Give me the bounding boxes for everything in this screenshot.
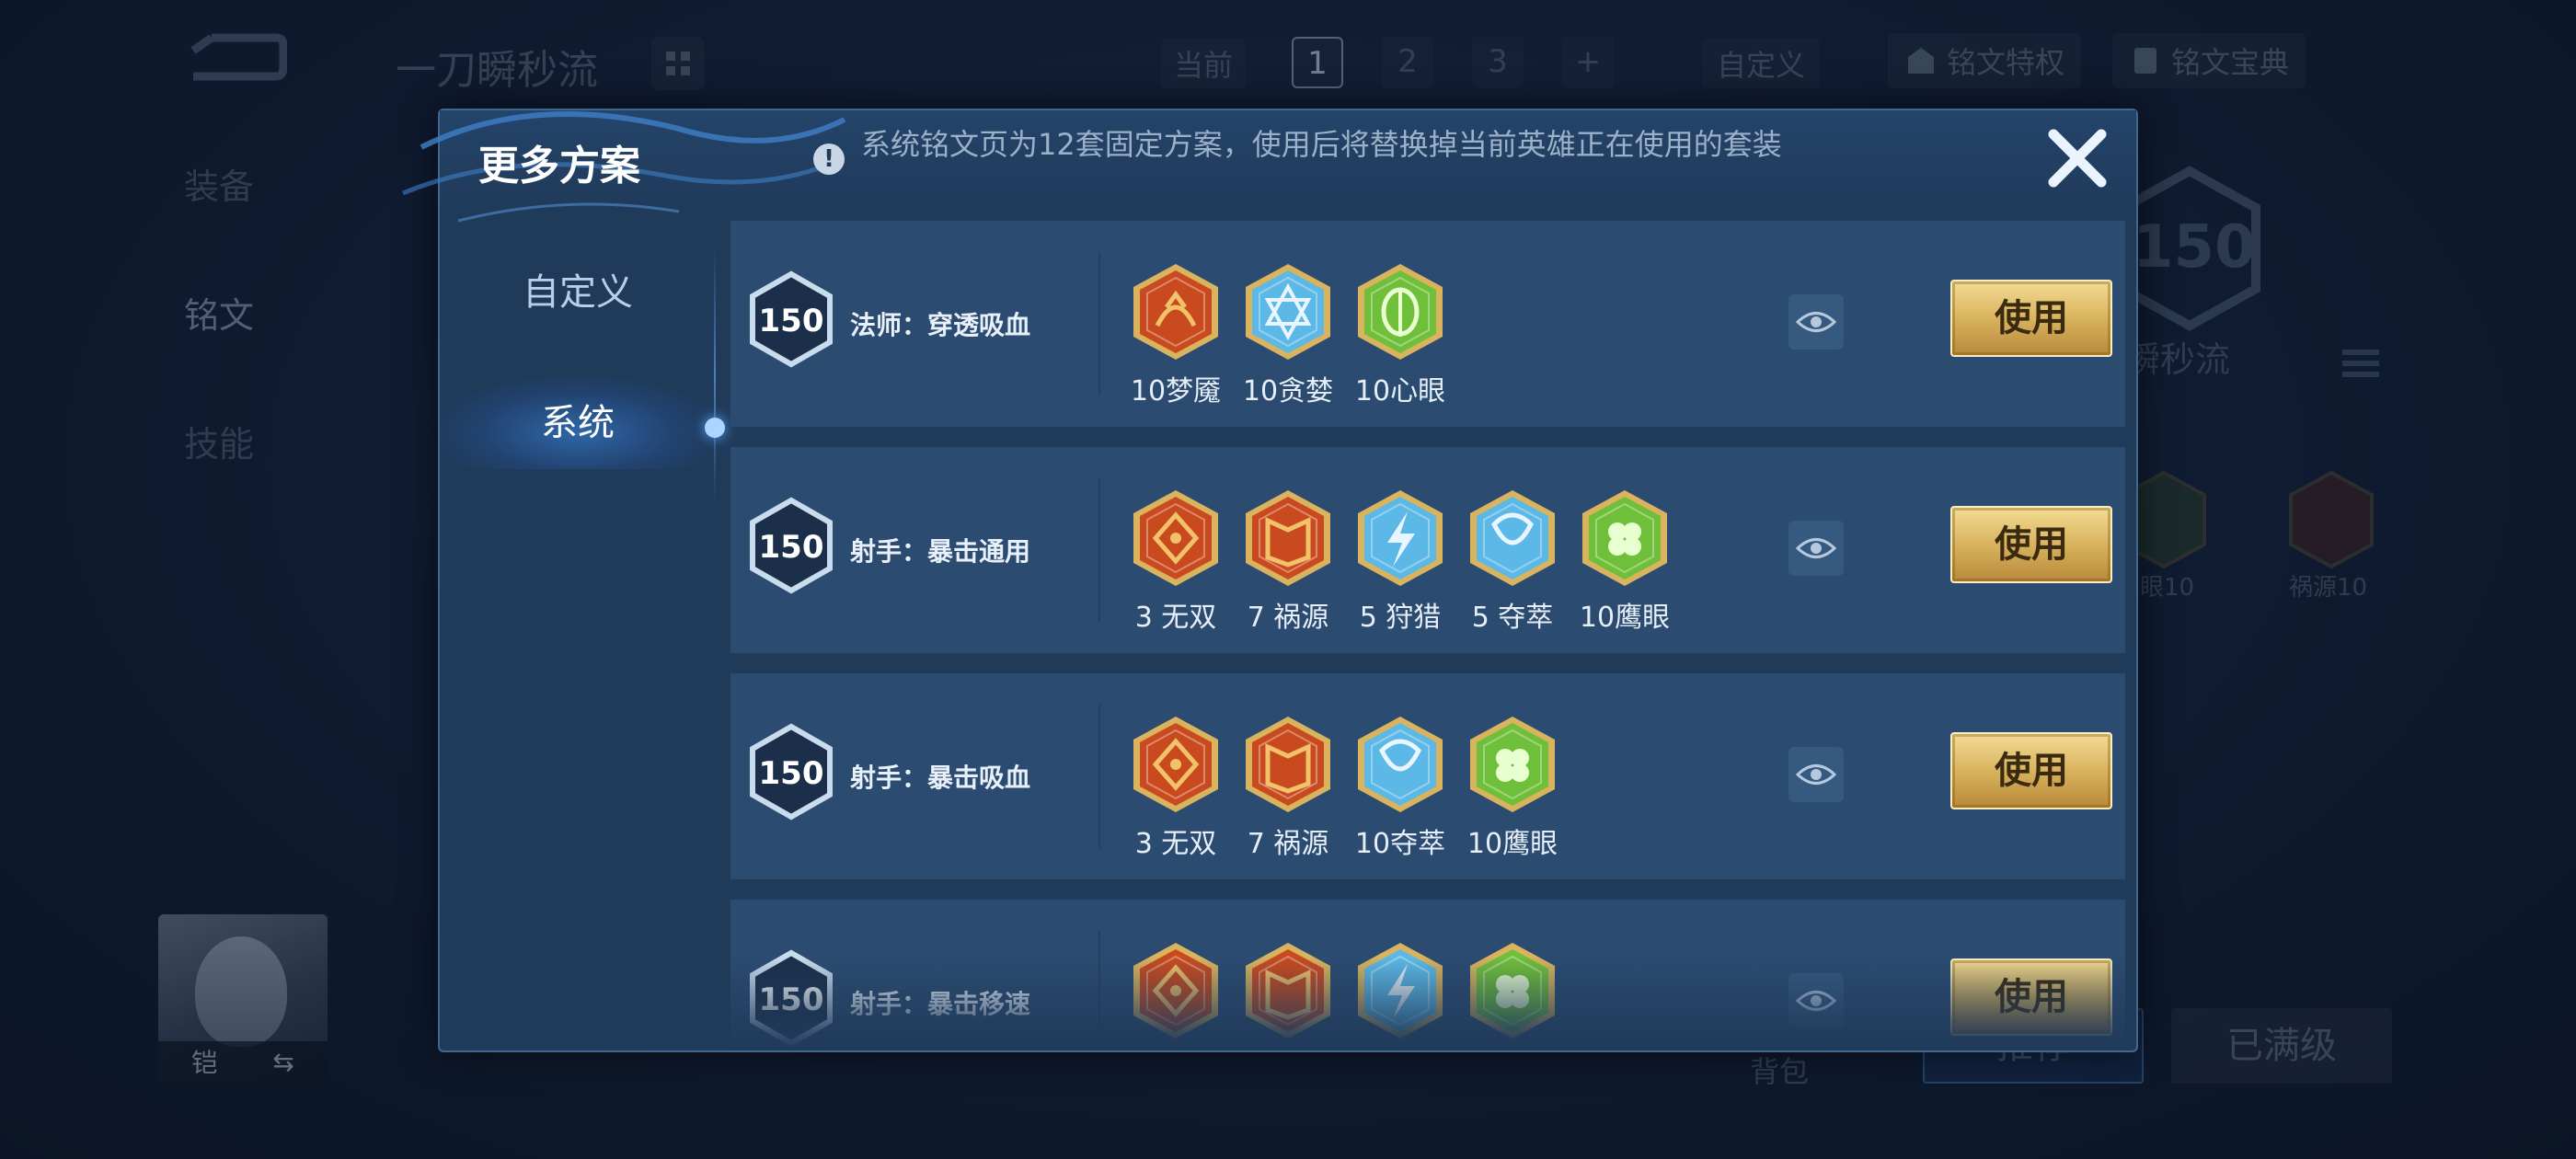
plan-name: 射手：暴击吸血	[850, 763, 1031, 793]
plan-row: 150 法师：穿透吸血 10梦魇 10贪婪 10心眼 使用	[730, 221, 2125, 427]
tab-custom[interactable]: 自定义	[440, 247, 716, 339]
plan-list[interactable]: 150 法师：穿透吸血 10梦魇 10贪婪 10心眼 使用 150 射手：暴击通…	[730, 221, 2125, 1049]
rune-green-leaf-icon[interactable]	[1579, 488, 1671, 589]
row-divider	[1098, 478, 1100, 622]
info-icon: !	[813, 143, 845, 175]
rune-blue-bolt-icon[interactable]	[1354, 488, 1446, 589]
use-button[interactable]: 使用	[1950, 280, 2112, 357]
svg-text:150: 150	[759, 755, 824, 792]
rune-label: 3 无双	[1134, 602, 1217, 634]
plan-name: 射手：暴击通用	[850, 536, 1031, 567]
svg-text:150: 150	[759, 981, 824, 1018]
rune-label: 5 夺萃	[1471, 602, 1554, 634]
rune-red-book-icon[interactable]	[1242, 488, 1334, 589]
rune-green-eye-icon[interactable]	[1354, 261, 1446, 362]
use-button[interactable]: 使用	[1950, 958, 2112, 1036]
rune-red-diamond-icon[interactable]	[1130, 714, 1222, 815]
rune-label: 10鹰眼	[1579, 602, 1671, 634]
rune-label: 3 无双	[1134, 828, 1217, 860]
rune-green-leaf-icon[interactable]	[1466, 714, 1558, 815]
plan-row: 150 射手：暴击通用 3 无双 7 祸源 5 狩猎 5 夺萃 10鹰眼 使用	[730, 447, 2125, 653]
rune-label: 7 祸源	[1247, 828, 1329, 860]
eye-icon	[1796, 538, 1836, 558]
level-badge-icon: 150	[750, 723, 833, 820]
plan-row: 150 射手：暴击移速 使用	[730, 900, 2125, 1049]
eye-icon	[1796, 764, 1836, 785]
rune-green-leaf-icon[interactable]	[1466, 940, 1558, 1041]
rune-blue-knot-icon[interactable]	[1354, 714, 1446, 815]
level-badge-icon: 150	[750, 949, 833, 1047]
preview-button[interactable]	[1788, 521, 1844, 576]
rune-red-diamond-icon[interactable]	[1130, 940, 1222, 1041]
preview-button[interactable]	[1788, 747, 1844, 802]
row-divider	[1098, 705, 1100, 848]
modal-title: 更多方案	[478, 143, 640, 189]
active-tab-indicator	[705, 418, 725, 438]
info-text: 系统铭文页为12套固定方案，使用后将替换掉当前英雄正在使用的套装	[861, 127, 1782, 162]
plan-name: 法师：穿透吸血	[850, 310, 1031, 340]
rune-label: 10鹰眼	[1466, 828, 1558, 860]
preview-button[interactable]	[1788, 294, 1844, 350]
rune-red-diamond-icon[interactable]	[1130, 488, 1222, 589]
eye-icon	[1796, 991, 1836, 1011]
rune-label: 10梦魇	[1130, 375, 1222, 407]
use-button[interactable]: 使用	[1950, 732, 2112, 809]
svg-text:150: 150	[759, 529, 824, 566]
more-plans-modal: 更多方案 ! 系统铭文页为12套固定方案，使用后将替换掉当前英雄正在使用的套装 …	[402, 109, 2138, 1052]
rune-red-book-icon[interactable]	[1242, 940, 1334, 1041]
level-badge-icon: 150	[750, 270, 833, 368]
level-badge-icon: 150	[750, 497, 833, 594]
rune-label: 10贪婪	[1242, 375, 1334, 407]
rune-label: 7 祸源	[1247, 602, 1329, 634]
rune-red-mage-icon[interactable]	[1130, 261, 1222, 362]
rune-blue-star-icon[interactable]	[1242, 261, 1334, 362]
use-button[interactable]: 使用	[1950, 506, 2112, 583]
tab-system[interactable]: 系统	[440, 377, 716, 469]
close-icon[interactable]	[2041, 121, 2114, 195]
rune-label: 10夺萃	[1354, 828, 1446, 860]
rune-red-book-icon[interactable]	[1242, 714, 1334, 815]
rune-label: 5 狩猎	[1359, 602, 1442, 634]
side-divider	[714, 248, 716, 506]
modal-side-tabs: 自定义 系统	[440, 221, 716, 1049]
rune-blue-knot-icon[interactable]	[1466, 488, 1558, 589]
row-divider	[1098, 252, 1100, 396]
row-divider	[1098, 931, 1100, 1049]
rune-label: 10心眼	[1354, 375, 1446, 407]
plan-name: 射手：暴击移速	[850, 989, 1031, 1019]
preview-button[interactable]	[1788, 973, 1844, 1028]
plan-row: 150 射手：暴击吸血 3 无双 7 祸源 10夺萃 10鹰眼 使用	[730, 673, 2125, 879]
svg-text:150: 150	[759, 303, 824, 339]
eye-icon	[1796, 312, 1836, 332]
rune-blue-bolt-icon[interactable]	[1354, 940, 1446, 1041]
